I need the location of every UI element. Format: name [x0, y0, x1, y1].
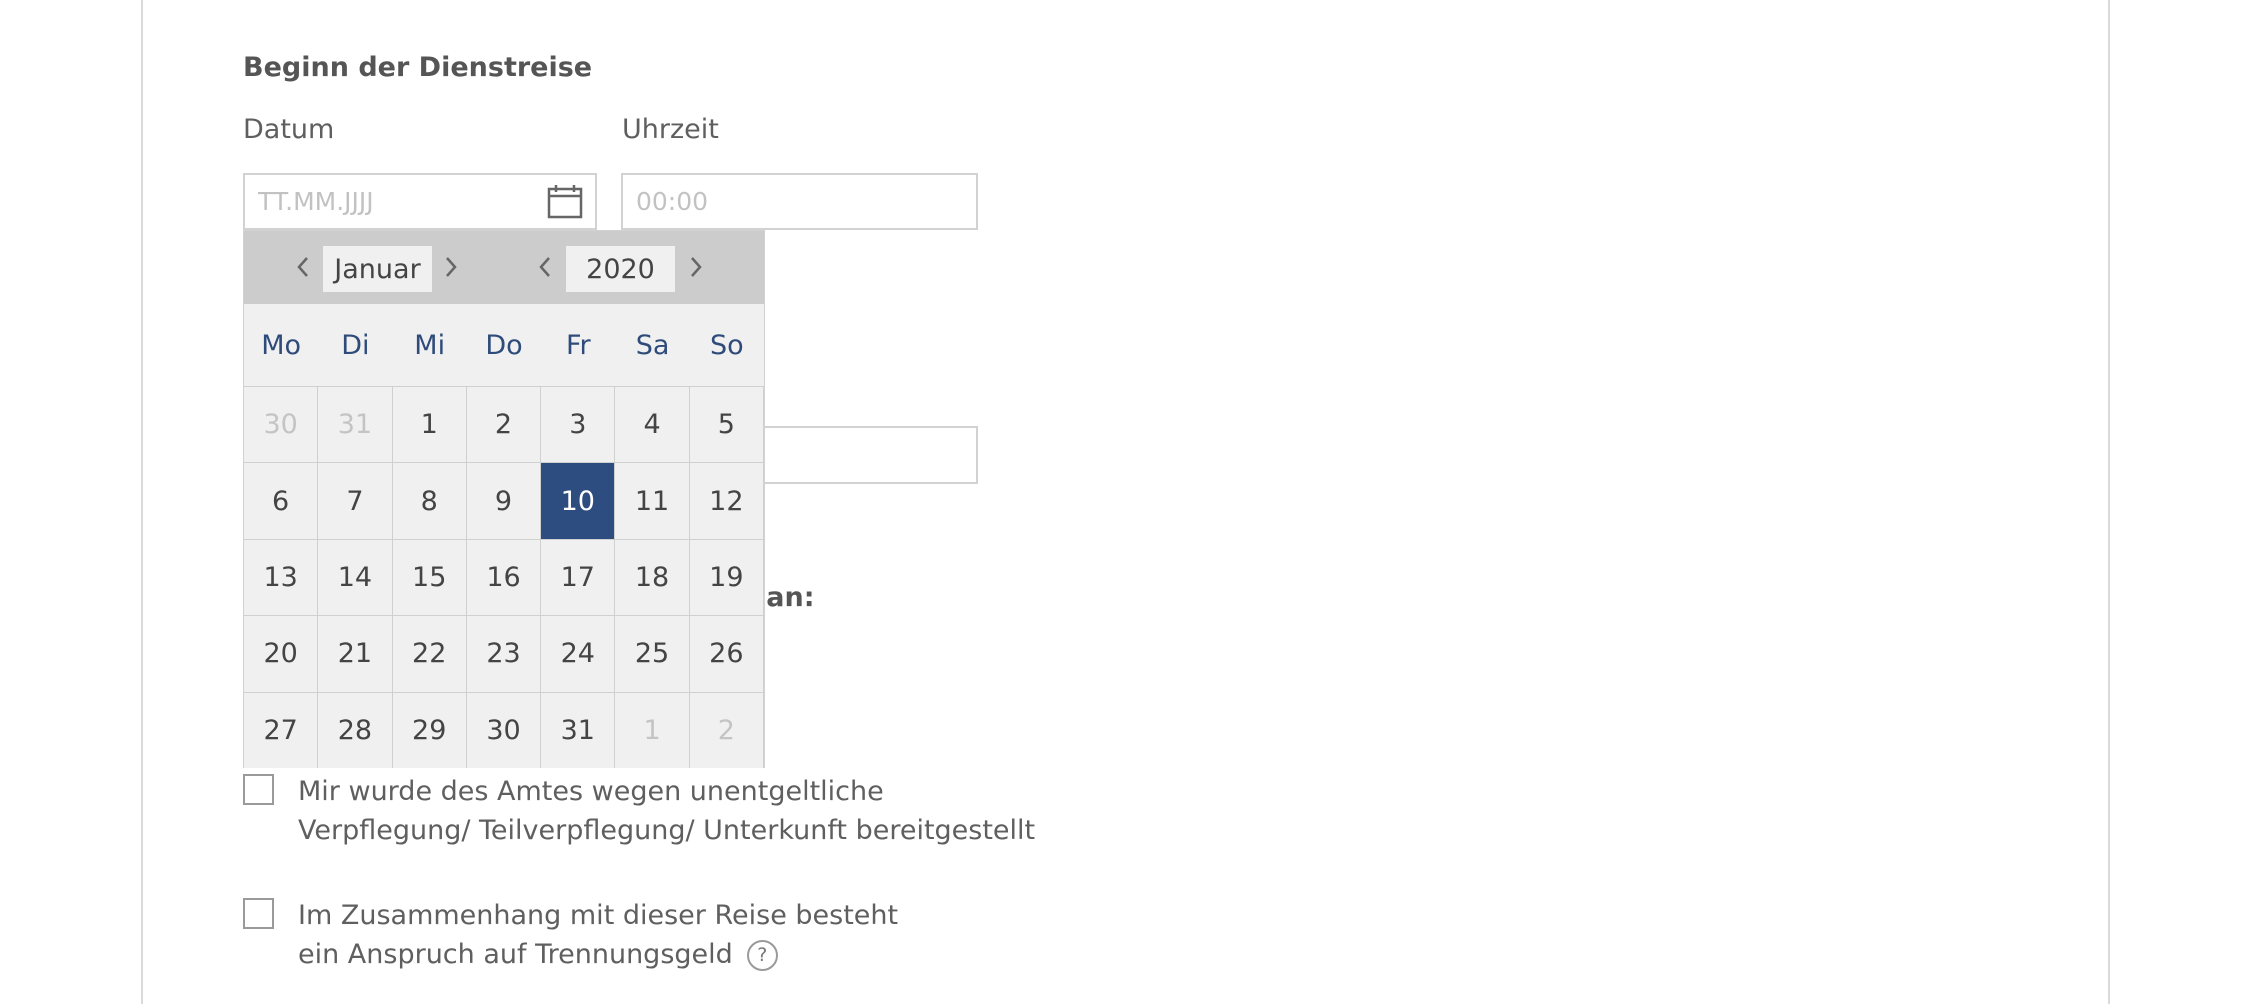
day-cell-selected[interactable]: 10 — [541, 462, 616, 539]
weekday-label: Di — [341, 329, 370, 361]
day-cell[interactable]: 15 — [392, 538, 467, 616]
checkbox-row-verpflegung: Mir wurde des Amtes wegen unentgeltliche… — [243, 772, 1035, 850]
day-cell[interactable]: 20 — [244, 615, 319, 692]
datepicker-header: Januar 2020 — [244, 231, 764, 304]
day-cell[interactable]: 3 — [541, 386, 616, 463]
weekday-label: Fr — [565, 329, 591, 361]
day-cell[interactable]: 31 — [541, 691, 616, 768]
day-cell[interactable]: 30 — [244, 386, 319, 463]
trennungsgeld-label[interactable]: Im Zusammenhang mit dieser Reise besteht… — [298, 896, 898, 974]
year-select[interactable]: 2020 — [566, 246, 675, 292]
day-cell[interactable]: 11 — [615, 462, 690, 539]
chevron-left-icon — [297, 257, 308, 277]
day-cell[interactable]: 13 — [244, 538, 319, 616]
day-cell[interactable]: 31 — [318, 386, 393, 463]
time-label: Uhrzeit — [622, 114, 719, 145]
day-cell[interactable]: 12 — [689, 462, 764, 539]
day-cell[interactable]: 23 — [466, 615, 542, 692]
day-cell[interactable]: 9 — [466, 462, 542, 539]
day-cell[interactable]: 16 — [466, 538, 542, 616]
weekday-label: Sa — [635, 329, 670, 361]
day-cell[interactable]: 25 — [615, 615, 690, 692]
verpflegung-label[interactable]: Mir wurde des Amtes wegen unentgeltliche… — [298, 772, 1035, 850]
day-cell[interactable]: 21 — [318, 615, 393, 692]
day-cell[interactable]: 6 — [244, 462, 319, 539]
day-cell[interactable]: 27 — [244, 691, 319, 768]
day-cell[interactable]: 24 — [541, 615, 616, 692]
datepicker-popup: Januar 2020 Mo Di Mi Do Fr Sa So 30 31 1… — [243, 230, 765, 768]
date-field[interactable] — [243, 173, 597, 230]
day-cell[interactable]: 28 — [318, 691, 393, 768]
verpflegung-checkbox[interactable] — [243, 774, 274, 805]
trennungsgeld-checkbox[interactable] — [243, 898, 274, 929]
next-year-button[interactable] — [681, 251, 711, 283]
trennungsgeld-label-line1: Im Zusammenhang mit dieser Reise besteht — [298, 900, 899, 931]
verpflegung-label-line2: Verpflegung/ Teilverpflegung/ Unterkunft… — [298, 815, 1036, 846]
verpflegung-label-line1: Mir wurde des Amtes wegen unentgeltliche — [298, 776, 884, 807]
calendar-icon[interactable] — [547, 184, 583, 220]
day-cell[interactable]: 5 — [689, 386, 764, 463]
day-cell[interactable]: 1 — [392, 386, 467, 463]
trennungsgeld-label-line2: ein Anspruch auf Trennungsgeld — [298, 939, 733, 970]
weekday-label: Mi — [414, 329, 446, 361]
month-select[interactable]: Januar — [323, 246, 432, 292]
chevron-right-icon — [691, 257, 702, 277]
day-cell[interactable]: 22 — [392, 615, 467, 692]
weekday-label: Do — [485, 329, 523, 361]
day-cell[interactable]: 8 — [392, 462, 467, 539]
day-cell[interactable]: 14 — [318, 538, 393, 616]
date-input[interactable] — [245, 175, 595, 228]
day-cell[interactable]: 29 — [392, 691, 467, 768]
time-input[interactable] — [623, 175, 976, 228]
prev-year-button[interactable] — [530, 251, 560, 283]
time-field[interactable] — [621, 173, 978, 230]
prev-month-button[interactable] — [288, 251, 318, 283]
day-cell[interactable]: 26 — [689, 615, 764, 692]
weekday-label: So — [710, 329, 744, 361]
day-cell[interactable]: 7 — [318, 462, 393, 539]
help-icon[interactable]: ? — [746, 940, 778, 971]
day-cell[interactable]: 17 — [541, 538, 616, 616]
weekday-row: Mo Di Mi Do Fr Sa So — [244, 304, 764, 386]
chevron-left-icon — [539, 257, 550, 277]
next-month-button[interactable] — [436, 251, 466, 283]
date-label: Datum — [243, 114, 335, 145]
day-cell[interactable]: 18 — [615, 538, 690, 616]
day-cell[interactable]: 1 — [615, 691, 690, 768]
day-cell[interactable]: 30 — [466, 691, 542, 768]
weekday-label: Mo — [261, 329, 302, 361]
day-cell[interactable]: 2 — [466, 386, 542, 463]
section-title: Beginn der Dienstreise — [243, 52, 593, 83]
day-cell[interactable]: 4 — [615, 386, 690, 463]
day-cell[interactable]: 2 — [689, 691, 764, 768]
day-grid: 30 31 1 2 3 4 5 6 7 8 9 10 11 12 13 14 1… — [244, 386, 764, 768]
day-cell[interactable]: 19 — [689, 538, 764, 616]
checkbox-row-trennungsgeld: Im Zusammenhang mit dieser Reise besteht… — [243, 896, 898, 974]
chevron-right-icon — [446, 257, 457, 277]
